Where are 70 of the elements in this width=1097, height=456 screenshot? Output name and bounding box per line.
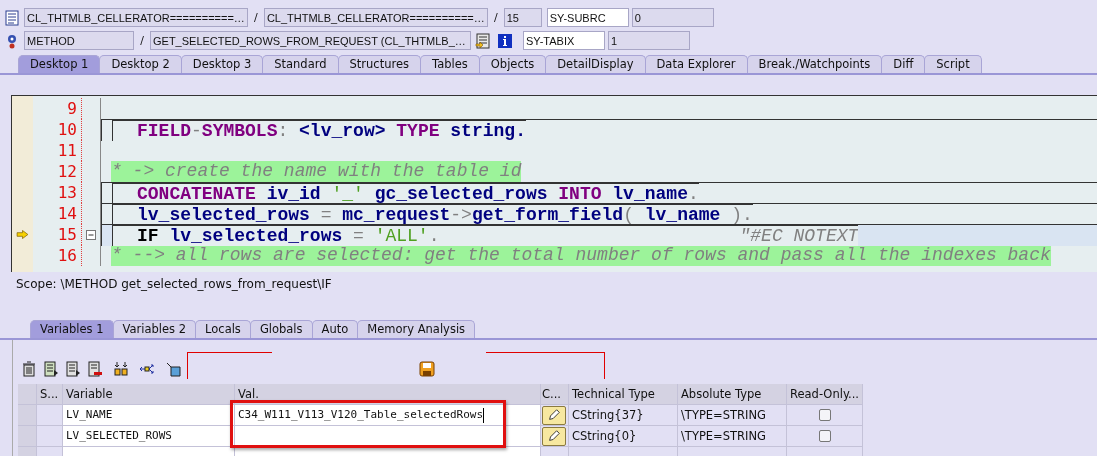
edit-button[interactable]	[542, 426, 566, 446]
line-number: 10	[33, 119, 82, 140]
table-cell: CString{37}	[569, 405, 678, 426]
variables-tab[interactable]: Auto	[311, 320, 359, 338]
desktop-tab[interactable]: DetailDisplay	[545, 55, 646, 73]
column-header[interactable]: Variable	[63, 384, 235, 405]
column-header[interactable]: Absolute Type	[678, 384, 787, 405]
desktop-tab[interactable]: Diff	[881, 55, 926, 73]
line-number: 16	[33, 245, 82, 266]
table-cell: \TYPE=STRING	[678, 405, 787, 426]
desktop-tab[interactable]: Standard	[262, 55, 339, 73]
column-header[interactable]: C...	[541, 384, 569, 405]
variables-tab[interactable]: Globals	[249, 320, 313, 338]
corner-cell[interactable]	[18, 384, 37, 405]
variables-tab[interactable]: Locals	[195, 320, 251, 338]
edit-button[interactable]	[542, 405, 566, 425]
column-header[interactable]: Technical Type	[569, 384, 678, 405]
info-icon[interactable]	[497, 32, 513, 49]
desktop-tab[interactable]: Structures	[337, 55, 422, 73]
line-number: 15	[33, 224, 82, 245]
line-number: 12	[33, 161, 82, 182]
readonly-field: METHOD	[24, 31, 134, 50]
collapse-icon[interactable]	[86, 229, 96, 240]
table-cell: LV_NAME	[63, 405, 235, 426]
system-field-label: SY-TABIX	[523, 31, 605, 50]
system-field-label: SY-SUBRC	[546, 8, 629, 27]
readonly-field: 0	[631, 8, 714, 27]
display-icon[interactable]	[475, 32, 491, 49]
arrows-icon[interactable]	[139, 361, 155, 377]
table-cell: LV_SELECTED_ROWS	[63, 426, 235, 447]
trash-icon[interactable]	[21, 361, 37, 377]
read-only-checkbox[interactable]	[818, 430, 831, 442]
readonly-field: 1	[608, 31, 690, 50]
line-number: 9	[33, 98, 82, 119]
value-cell[interactable]: C34_W111_V113_V120_Table_selectedRows	[235, 405, 541, 426]
desktop-tab[interactable]: Objects	[478, 55, 547, 73]
desktop-tab[interactable]: Tables	[420, 55, 480, 73]
value-cell[interactable]	[235, 426, 541, 447]
column-header[interactable]: Read-Only...	[787, 384, 863, 405]
document-remove-icon[interactable]	[87, 361, 103, 377]
table-cell: CString{0}	[569, 426, 678, 447]
table-cell: \TYPE=STRING	[678, 426, 787, 447]
separator-slash: /	[139, 34, 145, 47]
read-only-checkbox[interactable]	[818, 409, 831, 421]
save-icon[interactable]	[419, 361, 435, 377]
desktop-tab[interactable]: Script	[924, 55, 982, 73]
line-number: 13	[33, 182, 82, 203]
desktop-tab[interactable]: Desktop 2	[99, 55, 182, 73]
desktop-tab[interactable]: Desktop 1	[18, 55, 101, 73]
pencil-icon	[547, 429, 561, 443]
column-header[interactable]: S...	[37, 384, 63, 405]
variables-tab[interactable]: Variables 2	[112, 320, 197, 338]
desktop-tab[interactable]: Data Explorer	[644, 55, 748, 73]
desktop-tab[interactable]: Break./Watchpoints	[746, 55, 883, 73]
variables-tab[interactable]: Variables 1	[30, 320, 114, 338]
desktop-tab[interactable]: Desktop 3	[180, 55, 264, 73]
document-icon	[4, 9, 20, 26]
readonly-field: GET_SELECTED_ROWS_FROM_REQUEST (CL_THTMLB_…	[150, 31, 471, 50]
line-number: 11	[33, 140, 82, 161]
squares-icon[interactable]	[113, 361, 129, 377]
scope-path: Scope: \METHOD get_selected_rows_from_request\IF	[15, 276, 333, 293]
pencil-icon	[547, 408, 561, 422]
variables-tab[interactable]: Memory Analysis	[357, 320, 476, 338]
value-cell[interactable]	[235, 447, 541, 456]
readonly-field: CL_THTMLB_CELLERATOR==========…	[263, 8, 488, 27]
separator-slash: /	[253, 11, 259, 24]
separator-slash: /	[492, 11, 499, 24]
readonly-field: CL_THTMLB_CELLERATOR==========…	[24, 8, 248, 27]
line-number: 14	[33, 203, 82, 224]
readonly-field: 15	[503, 8, 542, 27]
